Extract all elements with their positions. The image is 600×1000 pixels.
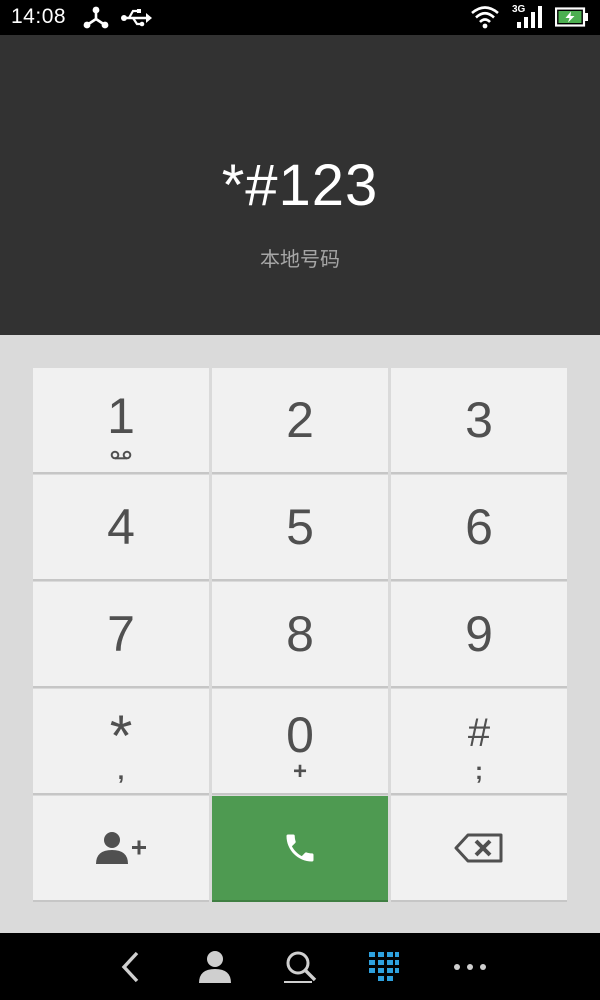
more-icon [454, 964, 486, 970]
key-digit: * [109, 704, 133, 769]
key-digit: 0 [286, 707, 314, 763]
key-8[interactable]: 8 [212, 582, 388, 686]
backspace-icon [454, 833, 503, 863]
key-4[interactable]: 4 [33, 475, 209, 579]
status-bar: 14:08 3G [0, 0, 600, 35]
key-2[interactable]: 2 [212, 368, 388, 472]
key-sub-label: , [117, 758, 125, 785]
signal-icon [517, 6, 542, 28]
more-button[interactable] [445, 945, 495, 989]
back-button[interactable] [106, 945, 156, 989]
dialpad-icon [369, 952, 399, 981]
key-digit: 9 [465, 606, 493, 662]
key-digit: # [467, 711, 491, 755]
add-contact-icon [96, 832, 146, 864]
dialer-display: *#123 本地号码 [0, 35, 600, 335]
key-digit: 1 [107, 388, 135, 444]
key-7[interactable]: 7 [33, 582, 209, 686]
add-contact-button[interactable] [33, 796, 209, 900]
dialpad-tab[interactable] [359, 945, 409, 989]
keypad: 1 2 3 4 5 6 7 8 9 * , 0 + # ; [0, 335, 600, 933]
key-5[interactable]: 5 [212, 475, 388, 579]
key-digit: 5 [286, 499, 314, 555]
back-icon [121, 951, 139, 983]
key-digit: 4 [107, 499, 135, 555]
search-tab[interactable] [275, 945, 325, 989]
search-icon [284, 951, 317, 983]
phone-icon [286, 834, 314, 862]
key-digit: 6 [465, 499, 493, 555]
key-sub-label: ; [475, 758, 483, 785]
key-6[interactable]: 6 [391, 475, 567, 579]
number-location-label: 本地号码 [260, 247, 340, 271]
voicemail-icon [110, 450, 132, 460]
key-sub-label: + [292, 758, 307, 785]
key-9[interactable]: 9 [391, 582, 567, 686]
key-star[interactable]: * , [33, 689, 209, 793]
key-digit: 3 [465, 392, 493, 448]
key-digit: 2 [286, 392, 314, 448]
battery-charging-icon [555, 7, 588, 27]
key-3[interactable]: 3 [391, 368, 567, 472]
key-hash[interactable]: # ; [391, 689, 567, 793]
usb-icon [121, 9, 152, 27]
call-button[interactable] [212, 796, 388, 900]
dialed-number[interactable]: *#123 [0, 150, 600, 222]
bottom-nav [0, 933, 600, 1000]
contacts-tab[interactable] [190, 945, 240, 989]
backspace-button[interactable] [391, 796, 567, 900]
status-time: 14:08 [11, 5, 67, 28]
contacts-icon [199, 951, 231, 983]
key-0[interactable]: 0 + [212, 689, 388, 793]
key-digit: 8 [286, 606, 314, 662]
nodes-icon [83, 6, 109, 29]
wifi-icon [471, 6, 499, 29]
key-digit: 7 [107, 606, 135, 662]
key-1[interactable]: 1 [33, 368, 209, 472]
